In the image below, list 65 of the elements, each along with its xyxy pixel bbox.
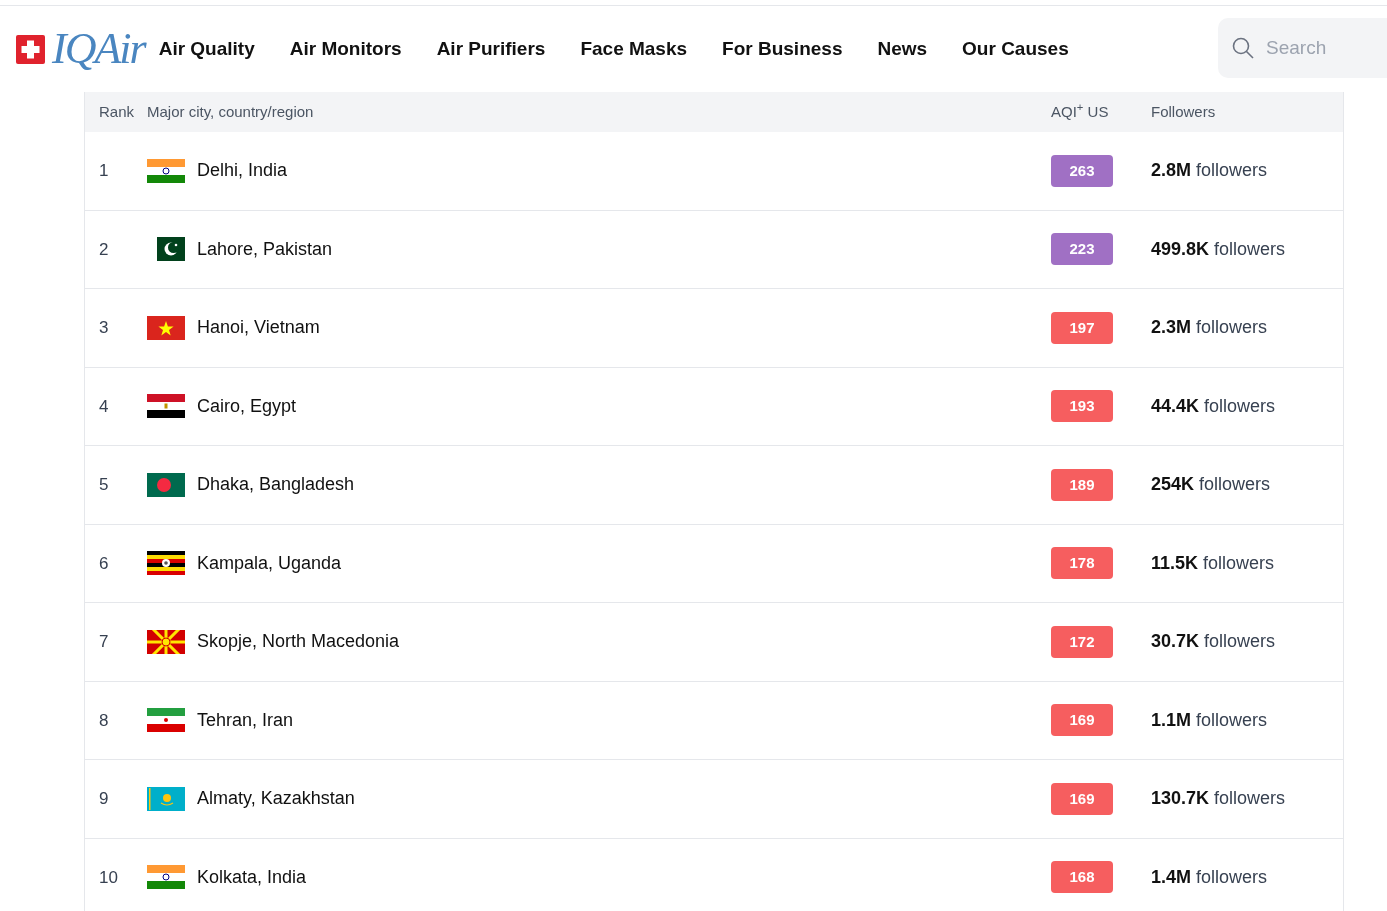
rank-cell-text: 7: [98, 631, 110, 653]
followers-count: 30.7K followers: [1151, 630, 1277, 654]
followers-count: 254K followers: [1151, 473, 1272, 497]
column-header: Followers: [1151, 101, 1217, 122]
aqi-badge: 197: [1051, 311, 1113, 344]
aqi-badge: 189: [1051, 468, 1113, 501]
aqi-badge: 169: [1051, 704, 1113, 737]
city-name[interactable]: Tehran, Iran: [197, 706, 294, 734]
flag-icon: [147, 629, 185, 654]
aqi-badge: 193: [1051, 390, 1113, 423]
flag-icon: [147, 315, 185, 340]
city-name[interactable]: Almaty, Kazakhstan: [197, 785, 355, 813]
rank-cell-text: 8: [98, 709, 110, 732]
flag-icon: [147, 394, 185, 419]
flag-icon: [147, 551, 185, 576]
city-name[interactable]: Delhi, India: [197, 157, 288, 185]
rank-cell-text: 5: [98, 474, 110, 496]
rank-cell-text: 1: [98, 160, 110, 182]
aqi-badge: 169: [1051, 782, 1113, 815]
aqi-badge: 223: [1051, 233, 1113, 266]
followers-count: 11.5K followers: [1151, 551, 1276, 575]
flag-icon: [147, 472, 185, 497]
search-icon: [1232, 37, 1254, 59]
city-name[interactable]: Lahore, Pakistan: [197, 235, 333, 263]
aqi-badge: 263: [1051, 154, 1113, 187]
rank-cell-text: 6: [98, 552, 110, 575]
logo[interactable]: IQAir: [16, 27, 145, 71]
aqi-badge: 178: [1051, 547, 1113, 580]
rank-cell-text: 4: [98, 395, 110, 418]
followers-count: 1.4M followers: [1151, 865, 1269, 889]
cross-icon: [16, 34, 45, 64]
aqi-badge: 168: [1051, 861, 1113, 894]
city-name[interactable]: Kolkata, India: [197, 863, 307, 891]
rank-cell-text: 3: [98, 317, 110, 339]
nav-link[interactable]: News: [877, 34, 928, 64]
followers-count: 44.4K followers: [1151, 394, 1277, 418]
followers-count: 2.8M followers: [1151, 159, 1269, 183]
city-name[interactable]: Cairo, Egypt: [197, 392, 297, 420]
nav-link[interactable]: For Business: [722, 34, 843, 64]
nav-link[interactable]: Air Quality: [158, 34, 255, 64]
column-header: AQI$^{+}$ US: [1051, 100, 1110, 122]
followers-count: 1.1M followers: [1151, 708, 1269, 732]
flag-icon: [147, 865, 185, 890]
search-field[interactable]: Search: [1218, 18, 1387, 78]
column-header: Rank: [98, 101, 136, 122]
flag-icon: [147, 708, 185, 733]
city-name[interactable]: Kampala, Uganda: [197, 549, 342, 577]
flag-icon: [147, 786, 185, 811]
logo-text: IQAir: [52, 27, 145, 71]
nav-link[interactable]: Face Masks: [580, 34, 688, 64]
flag-icon: [147, 158, 185, 183]
aqi-badge: 172: [1051, 625, 1113, 658]
followers-count: 130.7K followers: [1151, 787, 1287, 811]
nav-link[interactable]: Our Causes: [962, 34, 1069, 64]
city-name[interactable]: Skopje, North Macedonia: [197, 628, 400, 656]
nav-link[interactable]: Air Purifiers: [436, 34, 546, 64]
rank-cell-text: 9: [98, 788, 110, 810]
city-name[interactable]: Dhaka, Bangladesh: [197, 471, 355, 499]
column-header: Major city, country/region: [147, 101, 315, 122]
nav-link[interactable]: Air Monitors: [289, 34, 402, 64]
rank-cell-text: 2: [98, 238, 110, 261]
followers-count: 499.8K followers: [1151, 237, 1287, 261]
city-name[interactable]: Hanoi, Vietnam: [197, 314, 320, 342]
rank-cell-text: 10: [98, 866, 119, 889]
followers-count: 2.3M followers: [1151, 316, 1269, 340]
